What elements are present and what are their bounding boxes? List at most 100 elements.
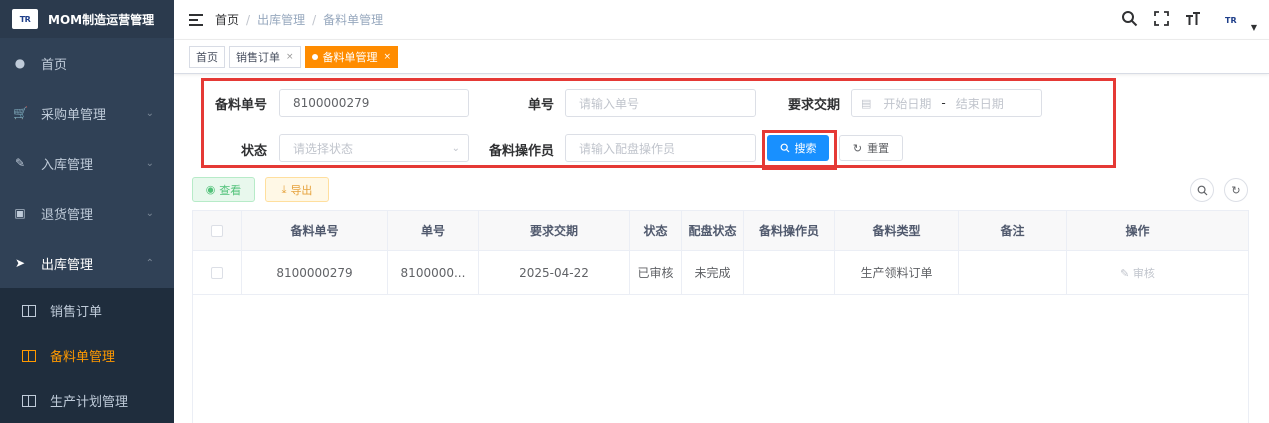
edit-icon: ✎: [1120, 266, 1130, 280]
avatar-logo[interactable]: TR: [1217, 11, 1245, 29]
font-size-icon[interactable]: [1185, 11, 1201, 30]
sidebar-item-outbound[interactable]: ➤ 出库管理 ⌃: [0, 238, 174, 288]
prep-order-table: 备料单号 单号 要求交期 状态 配盘状态 备料操作员 备料类型 备注 操作 81…: [192, 210, 1249, 423]
sidebar-item-label: 备料单管理: [50, 350, 116, 365]
cell-actions: ✎ 审核: [1067, 251, 1208, 294]
book-icon: [22, 349, 36, 362]
send-icon: ➤: [14, 256, 26, 270]
dashboard-icon: ●: [14, 56, 26, 70]
operator-input[interactable]: 请输入配盘操作员: [565, 134, 756, 162]
reset-button[interactable]: ↻ 重置: [839, 135, 903, 161]
active-dot-icon: [311, 53, 318, 60]
due-date-label: 要求交期: [787, 98, 840, 113]
return-icon: ▣: [14, 206, 26, 220]
close-icon[interactable]: ×: [286, 52, 294, 62]
sidebar-item-home[interactable]: ● 首页: [0, 38, 174, 88]
row-checkbox[interactable]: [211, 266, 223, 279]
tag-home[interactable]: 首页: [189, 45, 225, 68]
status-label: 状态: [240, 144, 267, 159]
sidebar-item-prep-order[interactable]: 备料单管理: [0, 333, 174, 378]
book-icon: [22, 304, 36, 317]
tag-sales-order[interactable]: 销售订单 ×: [229, 45, 301, 68]
view-button[interactable]: ◉ 查看: [192, 177, 255, 202]
column-header[interactable]: 备料操作员: [744, 211, 835, 250]
search-icon: [780, 143, 789, 153]
due-date-range-picker[interactable]: ▤ 开始日期 - 结束日期: [851, 89, 1042, 117]
cell-due-date: 2025-04-22: [479, 251, 630, 294]
cell-operator: [744, 251, 835, 294]
column-header[interactable]: 单号: [388, 211, 479, 250]
sidebar-item-sales-order[interactable]: 销售订单: [0, 288, 174, 333]
prep-no-input[interactable]: 8100000279: [279, 89, 469, 117]
sidebar-item-production-plan[interactable]: 生产计划管理: [0, 378, 174, 423]
outbound-submenu: 销售订单 备料单管理 生产计划管理: [0, 288, 174, 423]
breadcrumb-home[interactable]: 首页: [215, 11, 239, 28]
hamburger-icon[interactable]: [189, 13, 203, 26]
tags-view: 首页 销售订单 × 备料单管理 ×: [174, 40, 1269, 74]
column-header[interactable]: 备料单号: [242, 211, 388, 250]
tag-prep-order[interactable]: 备料单管理 ×: [304, 45, 399, 68]
sidebar-item-inbound[interactable]: ✎ 入库管理 ⌄: [0, 138, 174, 188]
breadcrumb-current: 备料单管理: [323, 13, 384, 27]
search-button[interactable]: 搜索: [767, 135, 829, 161]
top-navbar: 首页 / 出库管理 / 备料单管理 TR ▼: [174, 0, 1269, 40]
sidebar-item-purchase[interactable]: 🛒 采购单管理 ⌄: [0, 88, 174, 138]
fullscreen-icon[interactable]: [1153, 11, 1169, 29]
edit-box-icon: ✎: [14, 156, 26, 170]
search-icon[interactable]: [1121, 10, 1138, 30]
sidebar-item-label: 首页: [41, 57, 68, 73]
refresh-button[interactable]: ↻: [1224, 178, 1248, 202]
close-icon[interactable]: ×: [384, 52, 392, 62]
toggle-search-button[interactable]: [1190, 178, 1214, 202]
cell-tray-status: 未完成: [682, 251, 744, 294]
chevron-down-icon: ⌄: [145, 207, 154, 219]
column-header[interactable]: 配盘状态: [682, 211, 744, 250]
sidebar-item-return[interactable]: ▣ 退货管理 ⌄: [0, 188, 174, 238]
chevron-down-icon: ⌄: [145, 107, 154, 119]
chevron-down-icon: ⌄: [145, 157, 154, 169]
search-icon: [1197, 185, 1207, 195]
status-select[interactable]: 请选择状态 ⌄: [279, 134, 469, 162]
column-header: 操作: [1125, 224, 1150, 238]
export-button[interactable]: ⤓ 导出: [265, 177, 329, 202]
operator-placeholder: 请输入配盘操作员: [579, 141, 676, 156]
prep-no-value: 8100000279: [293, 96, 370, 110]
sidebar-header: TR MOM制造运营管理: [0, 0, 174, 38]
book-icon: [22, 394, 36, 407]
reset-button-label: 重置: [867, 142, 890, 155]
status-placeholder: 请选择状态: [293, 141, 354, 156]
tag-label: 首页: [196, 50, 218, 64]
select-all-checkbox[interactable]: [211, 224, 223, 237]
cell-remark: [959, 251, 1067, 294]
calendar-icon: ▤: [861, 96, 872, 110]
view-button-label: 查看: [219, 183, 242, 197]
chevron-up-icon: ⌃: [145, 257, 154, 269]
column-header[interactable]: 状态: [630, 211, 682, 250]
audit-link[interactable]: ✎ 审核: [1120, 265, 1155, 281]
breadcrumb-outbound[interactable]: 出库管理: [257, 11, 305, 28]
logo-text: TR: [19, 14, 31, 24]
app-logo: TR: [12, 9, 38, 29]
table-row[interactable]: 8100000279 8100000... 2025-04-22 已审核 未完成…: [193, 251, 1248, 295]
order-no-label: 单号: [527, 98, 554, 113]
order-no-input[interactable]: 请输入单号: [565, 89, 756, 117]
cell-status: 已审核: [630, 251, 682, 294]
row-select-cell: [193, 251, 242, 294]
header-actions: TR ▼: [1121, 0, 1257, 40]
table-header: 备料单号 单号 要求交期 状态 配盘状态 备料操作员 备料类型 备注 操作: [193, 211, 1248, 251]
download-icon: ⤓: [281, 182, 287, 196]
avatar-logo-text: TR: [1225, 15, 1237, 25]
column-header[interactable]: 备料类型: [835, 211, 959, 250]
prep-no-label: 备料单号: [214, 98, 267, 113]
column-header[interactable]: 要求交期: [479, 211, 630, 250]
start-date-placeholder: 开始日期: [883, 96, 932, 111]
breadcrumb-separator: /: [312, 12, 317, 27]
sidebar-item-label: 采购单管理: [41, 107, 107, 123]
refresh-icon: ↻: [1231, 183, 1241, 197]
end-date-placeholder: 结束日期: [955, 96, 1004, 111]
column-header[interactable]: 备注: [959, 211, 1067, 250]
cell-order-no: 8100000...: [388, 251, 479, 294]
eye-icon: ◉: [205, 183, 216, 196]
caret-down-icon[interactable]: ▼: [1251, 23, 1257, 32]
tag-label: 备料单管理: [322, 50, 378, 64]
